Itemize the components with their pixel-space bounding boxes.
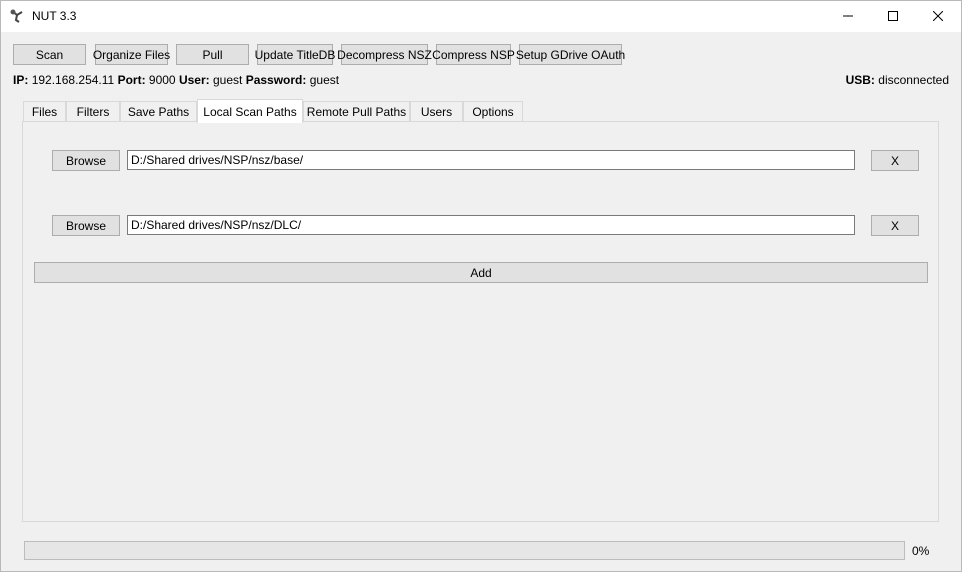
title-bar[interactable]: NUT 3.3 [1,1,961,32]
close-button[interactable] [915,1,961,32]
password-label: Password: [245,73,307,87]
update-titledb-button[interactable]: Update TitleDB [255,44,335,65]
progress-bar [24,541,905,560]
usb-label: USB: [845,73,875,87]
maximize-icon [888,10,898,24]
ip-value: 192.168.254.11 [31,73,115,87]
tab-remote-pull-paths[interactable]: Remote Pull Paths [303,101,410,122]
pull-button[interactable]: Pull [176,44,249,65]
tab-save-paths[interactable]: Save Paths [120,101,197,122]
minimize-button[interactable] [825,1,871,32]
scan-path-input-dlc[interactable]: D:/Shared drives/NSP/nsz/DLC/ [127,215,855,235]
tab-options[interactable]: Options [463,101,523,122]
tab-files[interactable]: Files [23,101,66,122]
browse-button-base[interactable]: Browse [52,150,120,171]
tab-filters[interactable]: Filters [66,101,120,122]
remove-path-button-dlc[interactable]: X [871,215,919,236]
ip-label: IP: [13,73,29,87]
user-label: User: [178,73,210,87]
add-path-button[interactable]: Add [34,262,928,283]
organize-files-button[interactable]: Organize Files [93,44,170,65]
usb-value: disconnected [878,73,949,87]
tab-local-scan-paths[interactable]: Local Scan Paths [197,99,303,123]
minimize-icon [843,10,853,24]
maximize-button[interactable] [870,1,916,32]
port-label: Port: [117,73,146,87]
nut-app-icon [9,8,25,24]
close-icon [932,10,944,24]
compress-nsp-button[interactable]: Compress NSP [432,44,515,65]
remove-path-button-base[interactable]: X [871,150,919,171]
app-window: NUT 3.3 Scan Organize Files Pull Update … [0,0,962,572]
password-value: guest [309,73,340,87]
connection-info: IP: 192.168.254.11 Port: 9000 User: gues… [13,73,339,87]
port-value: 9000 [148,73,176,87]
local-scan-paths-panel [22,121,939,522]
usb-status: USB: disconnected [846,73,949,87]
scan-button[interactable]: Scan [13,44,86,65]
scan-path-input-base[interactable]: D:/Shared drives/NSP/nsz/base/ [127,150,855,170]
window-title: NUT 3.3 [32,9,77,23]
tab-users[interactable]: Users [410,101,463,122]
setup-gdrive-oauth-button[interactable]: Setup GDrive OAuth [516,44,625,65]
user-value: guest [212,73,243,87]
progress-label: 0% [912,544,930,558]
decompress-nsz-button[interactable]: Decompress NSZ [337,44,432,65]
browse-button-dlc[interactable]: Browse [52,215,120,236]
